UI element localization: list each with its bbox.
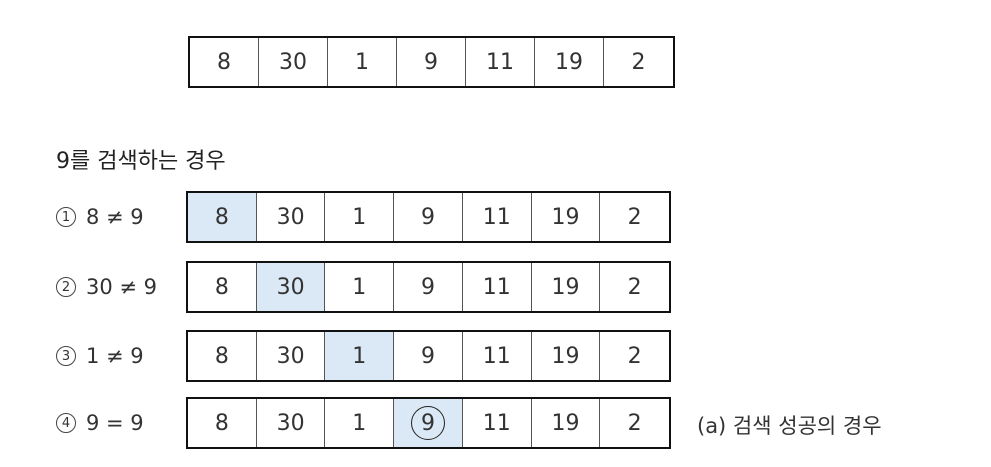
step-label-4: 4 9 = 9 [56, 397, 144, 449]
array-cell: 11 [463, 399, 532, 447]
array-cell: 19 [532, 263, 601, 311]
step-number: 1 [56, 207, 76, 227]
step-label-3: 3 1 ≠ 9 [56, 330, 144, 382]
step-array-3: 8 30 1 9 11 19 2 [186, 330, 671, 382]
array-cell-highlighted: 8 [188, 193, 257, 241]
array-cell: 1 [325, 263, 395, 311]
array-cell: 19 [535, 38, 604, 86]
array-cell: 8 [188, 332, 257, 380]
array-cell: 11 [463, 263, 532, 311]
array-cell: 30 [259, 38, 328, 86]
array-cell: 9 [394, 193, 463, 241]
step-expression: 30 ≠ 9 [86, 275, 158, 299]
step-array-4: 8 30 1 9 11 19 2 [186, 397, 671, 449]
array-cell: 2 [627, 274, 642, 300]
array-cell: 30 [257, 193, 326, 241]
array-cell: 11 [463, 332, 532, 380]
step-expression: 9 = 9 [86, 411, 144, 435]
array-cell-found: 9 [394, 399, 463, 447]
array-cell: 8 [188, 399, 257, 447]
array-cell: 1 [325, 193, 395, 241]
array-cell: 2 [627, 410, 642, 436]
top-array: 8 30 1 9 11 19 2 [188, 36, 675, 88]
array-cell: 19 [532, 399, 601, 447]
step-expression: 1 ≠ 9 [86, 344, 144, 368]
array-cell: 11 [463, 193, 532, 241]
array-cell: 19 [532, 193, 601, 241]
step-number: 2 [56, 277, 76, 297]
step-number: 4 [56, 413, 76, 433]
step-label-1: 1 8 ≠ 9 [56, 191, 144, 243]
found-circle: 9 [411, 406, 446, 440]
step-array-1: 8 30 1 9 11 19 2 [186, 191, 671, 243]
array-cell: 9 [394, 332, 463, 380]
figure-caption: (a) 검색 성공의 경우 [697, 414, 882, 438]
array-cell-highlighted: 30 [256, 263, 326, 311]
step-number: 3 [56, 346, 76, 366]
array-cell: 11 [466, 38, 535, 86]
array-cell: 19 [532, 332, 601, 380]
array-cell: 8 [190, 38, 259, 86]
step-expression: 8 ≠ 9 [86, 205, 144, 229]
array-cell: 1 [328, 38, 397, 86]
array-cell: 9 [397, 38, 466, 86]
search-title: 9를 검색하는 경우 [56, 149, 226, 174]
array-cell: 1 [325, 399, 395, 447]
step-label-2: 2 30 ≠ 9 [56, 261, 157, 313]
array-cell: 9 [394, 263, 463, 311]
array-cell: 2 [627, 343, 642, 369]
array-cell: 30 [257, 332, 326, 380]
array-cell: 2 [627, 204, 642, 230]
array-cell: 8 [188, 263, 257, 311]
step-array-2: 8 30 1 9 11 19 2 [186, 261, 671, 313]
array-cell: 30 [257, 399, 326, 447]
array-cell-highlighted: 1 [325, 332, 395, 380]
array-cell: 2 [631, 49, 646, 75]
